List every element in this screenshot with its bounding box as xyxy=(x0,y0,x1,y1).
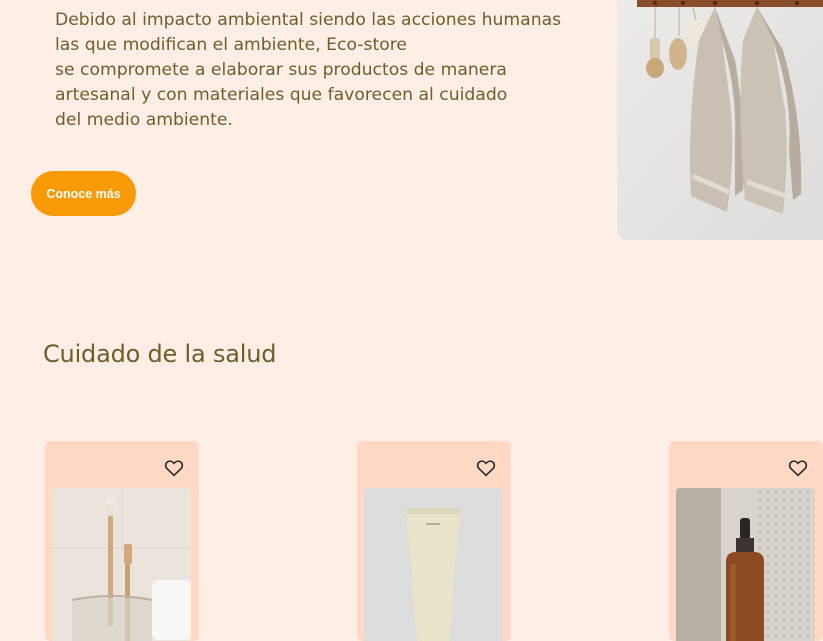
intro-line: las que modifican el ambiente, Eco-store xyxy=(55,35,407,55)
intro-line: se compromete a elaborar sus productos d… xyxy=(55,60,507,80)
intro-paragraph: Debido al impacto ambiental siendo las a… xyxy=(55,8,565,133)
heart-outline-icon[interactable] xyxy=(476,459,496,477)
section-title: Cuidado de la salud xyxy=(43,340,277,368)
product-card[interactable] xyxy=(357,441,511,641)
heart-outline-icon[interactable] xyxy=(164,459,184,477)
conoce-mas-button[interactable]: Conoce más xyxy=(31,171,136,216)
intro-line: artesanal y con materiales que favorecen… xyxy=(55,85,508,105)
intro-line: del medio ambiente. xyxy=(55,110,233,130)
amber-dropper-bottle-image xyxy=(676,488,815,641)
bamboo-toothbrushes-image xyxy=(52,488,191,641)
cream-tube-image xyxy=(364,488,503,641)
heart-outline-icon[interactable] xyxy=(788,459,808,477)
intro-line: Debido al impacto ambiental siendo las a… xyxy=(55,10,562,30)
product-card[interactable] xyxy=(45,441,199,641)
towels-hero-image xyxy=(617,0,823,240)
product-card[interactable] xyxy=(669,441,823,641)
